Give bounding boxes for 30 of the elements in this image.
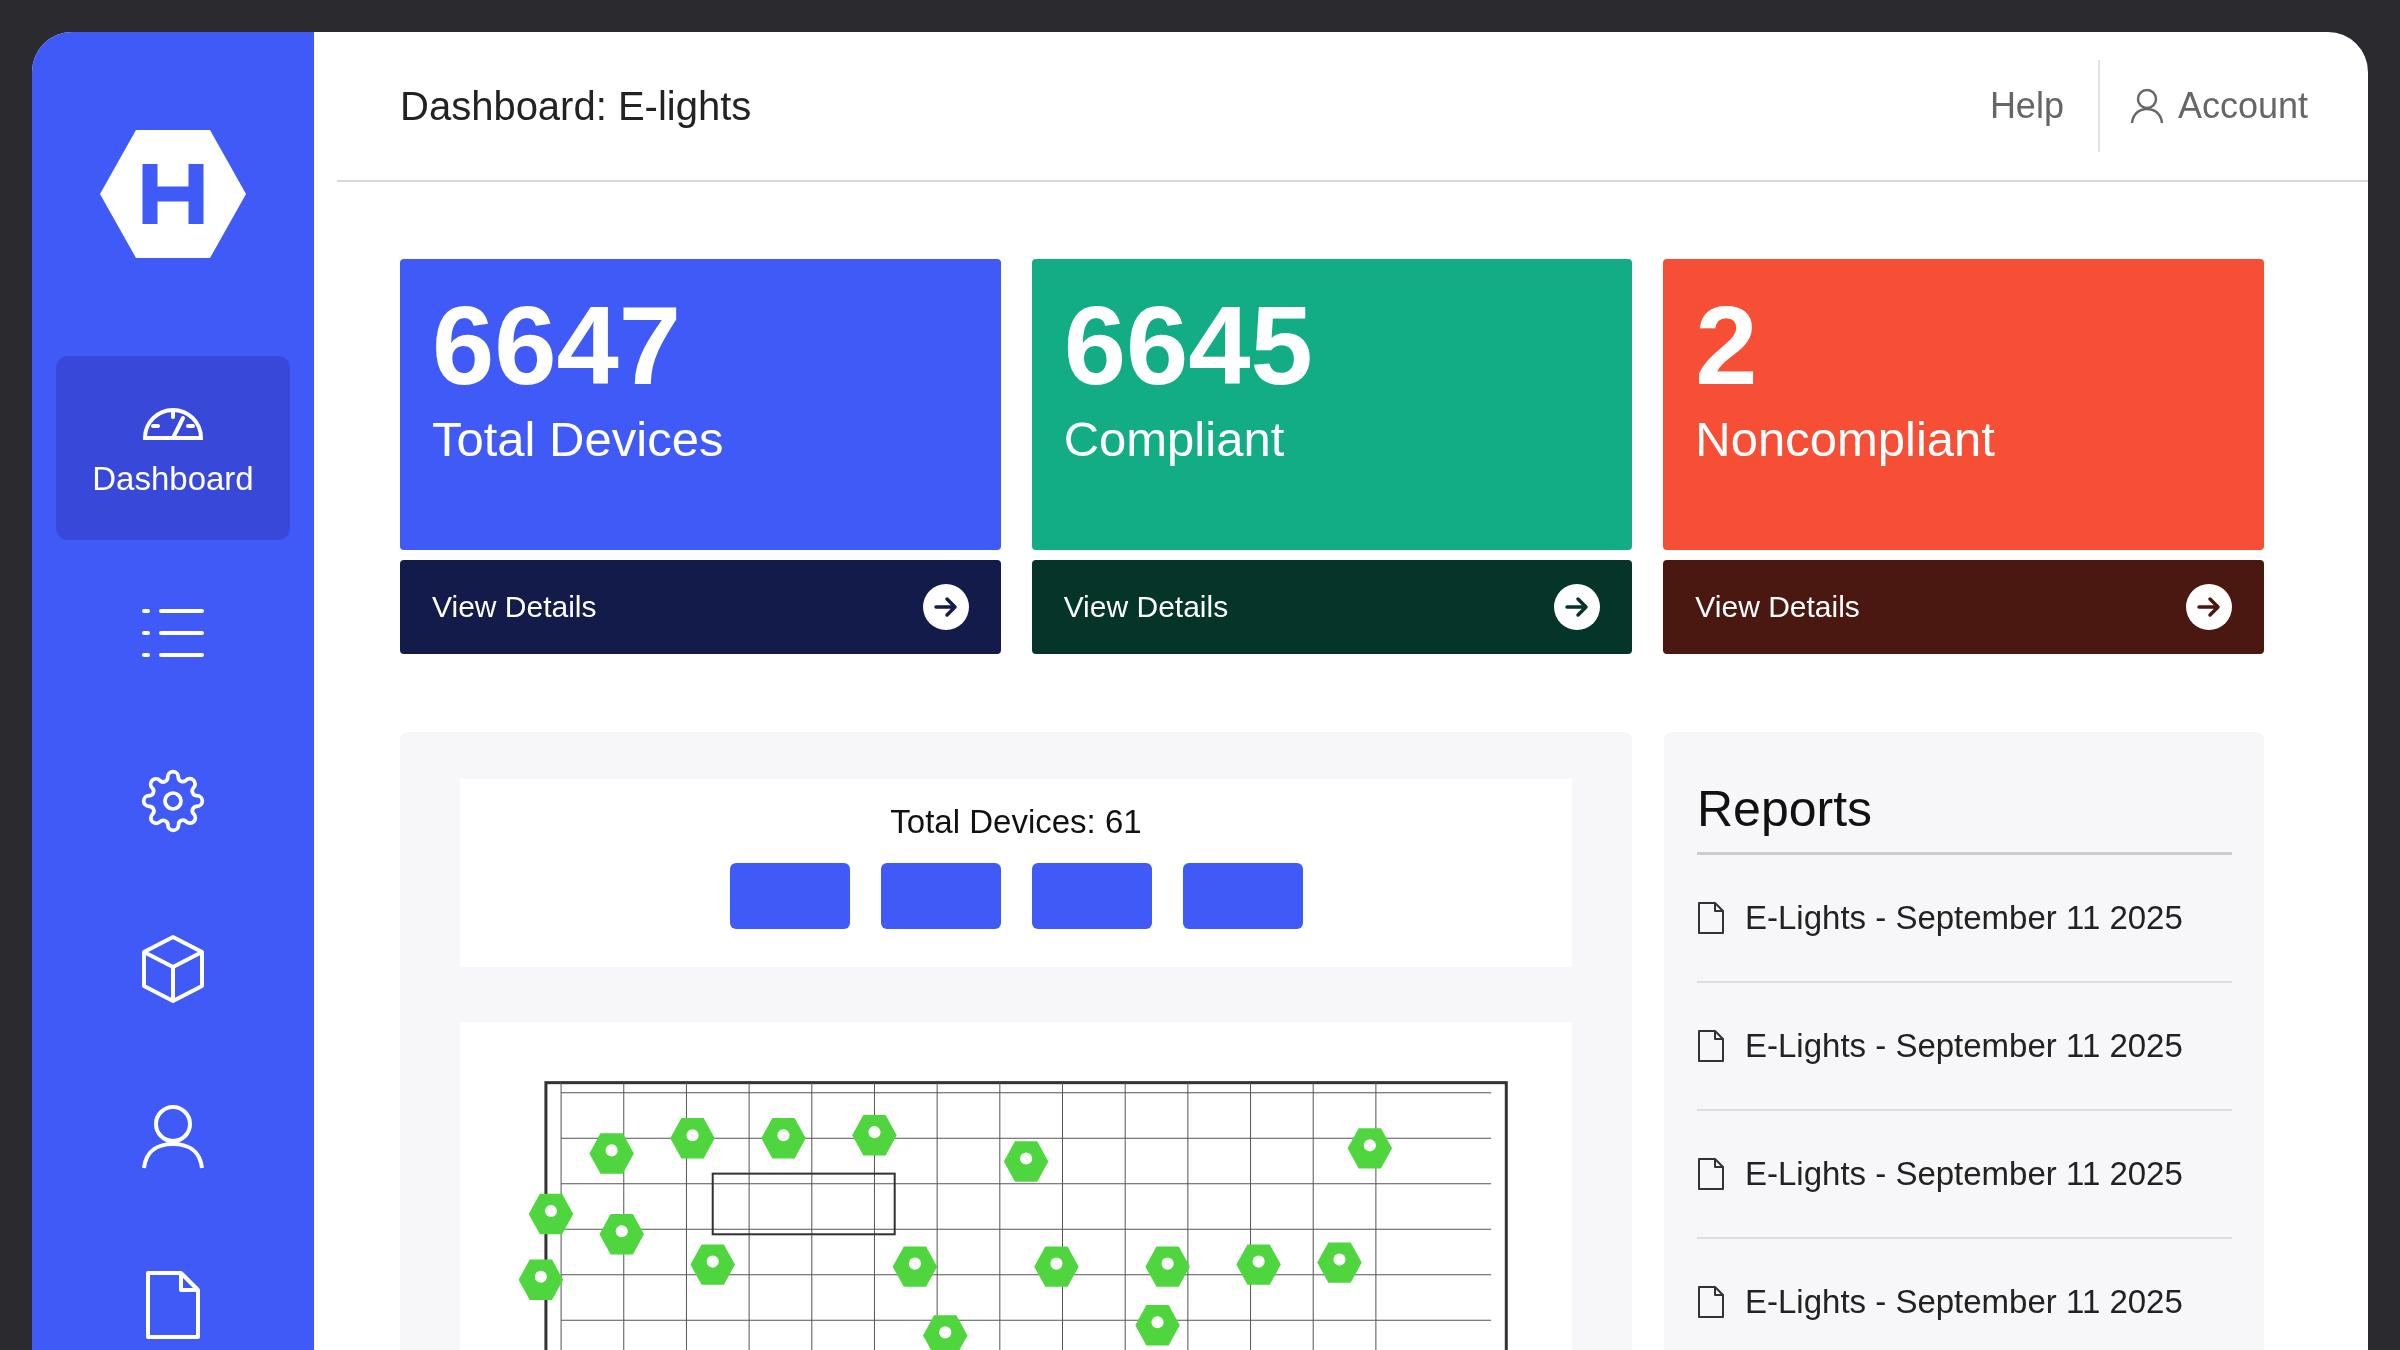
report-link[interactable]: E-Lights - September 11 2025 xyxy=(1745,1027,2183,1065)
nav-item[interactable]: Dashboard xyxy=(56,356,290,540)
view-details-button[interactable]: View Details xyxy=(400,560,1001,654)
user-icon[interactable] xyxy=(141,1104,205,1170)
reports-heading: Reports xyxy=(1697,780,2232,855)
stat-value: 6645 xyxy=(1063,287,1314,405)
help-link[interactable]: Help xyxy=(1989,60,2100,152)
stat-value: 2 xyxy=(1695,287,1759,405)
page-title: Dashboard: E-lights xyxy=(400,83,753,129)
device-count: Total Devices: 61 xyxy=(890,803,1142,841)
stat-label: Total Devices xyxy=(432,410,725,467)
cube-icon[interactable] xyxy=(141,934,205,1004)
document-icon xyxy=(1697,1029,1725,1063)
stat-label: Compliant xyxy=(1063,410,1286,467)
report-link[interactable]: E-Lights - September 11 2025 xyxy=(1745,1283,2183,1321)
document-icon xyxy=(1697,901,1725,935)
document-icon[interactable] xyxy=(145,1270,201,1340)
report-link[interactable]: E-Lights - September 11 2025 xyxy=(1745,1155,2183,1193)
stat-label: Noncompliant xyxy=(1695,410,1996,467)
report-link[interactable]: E-Lights - September 11 2025 xyxy=(1745,899,2183,937)
document-icon xyxy=(1697,1157,1725,1191)
logo-icon xyxy=(100,130,246,258)
stat-value: 6647 xyxy=(432,287,683,405)
view-details-button[interactable]: View Details xyxy=(1031,560,1633,654)
settings-icon[interactable] xyxy=(141,769,205,833)
user-icon xyxy=(2129,88,2164,124)
document-icon xyxy=(1697,1285,1725,1319)
list-icon[interactable] xyxy=(141,607,205,659)
account-button[interactable]: Account xyxy=(2099,85,2308,127)
view-details-button[interactable]: View Details xyxy=(1663,560,2264,654)
